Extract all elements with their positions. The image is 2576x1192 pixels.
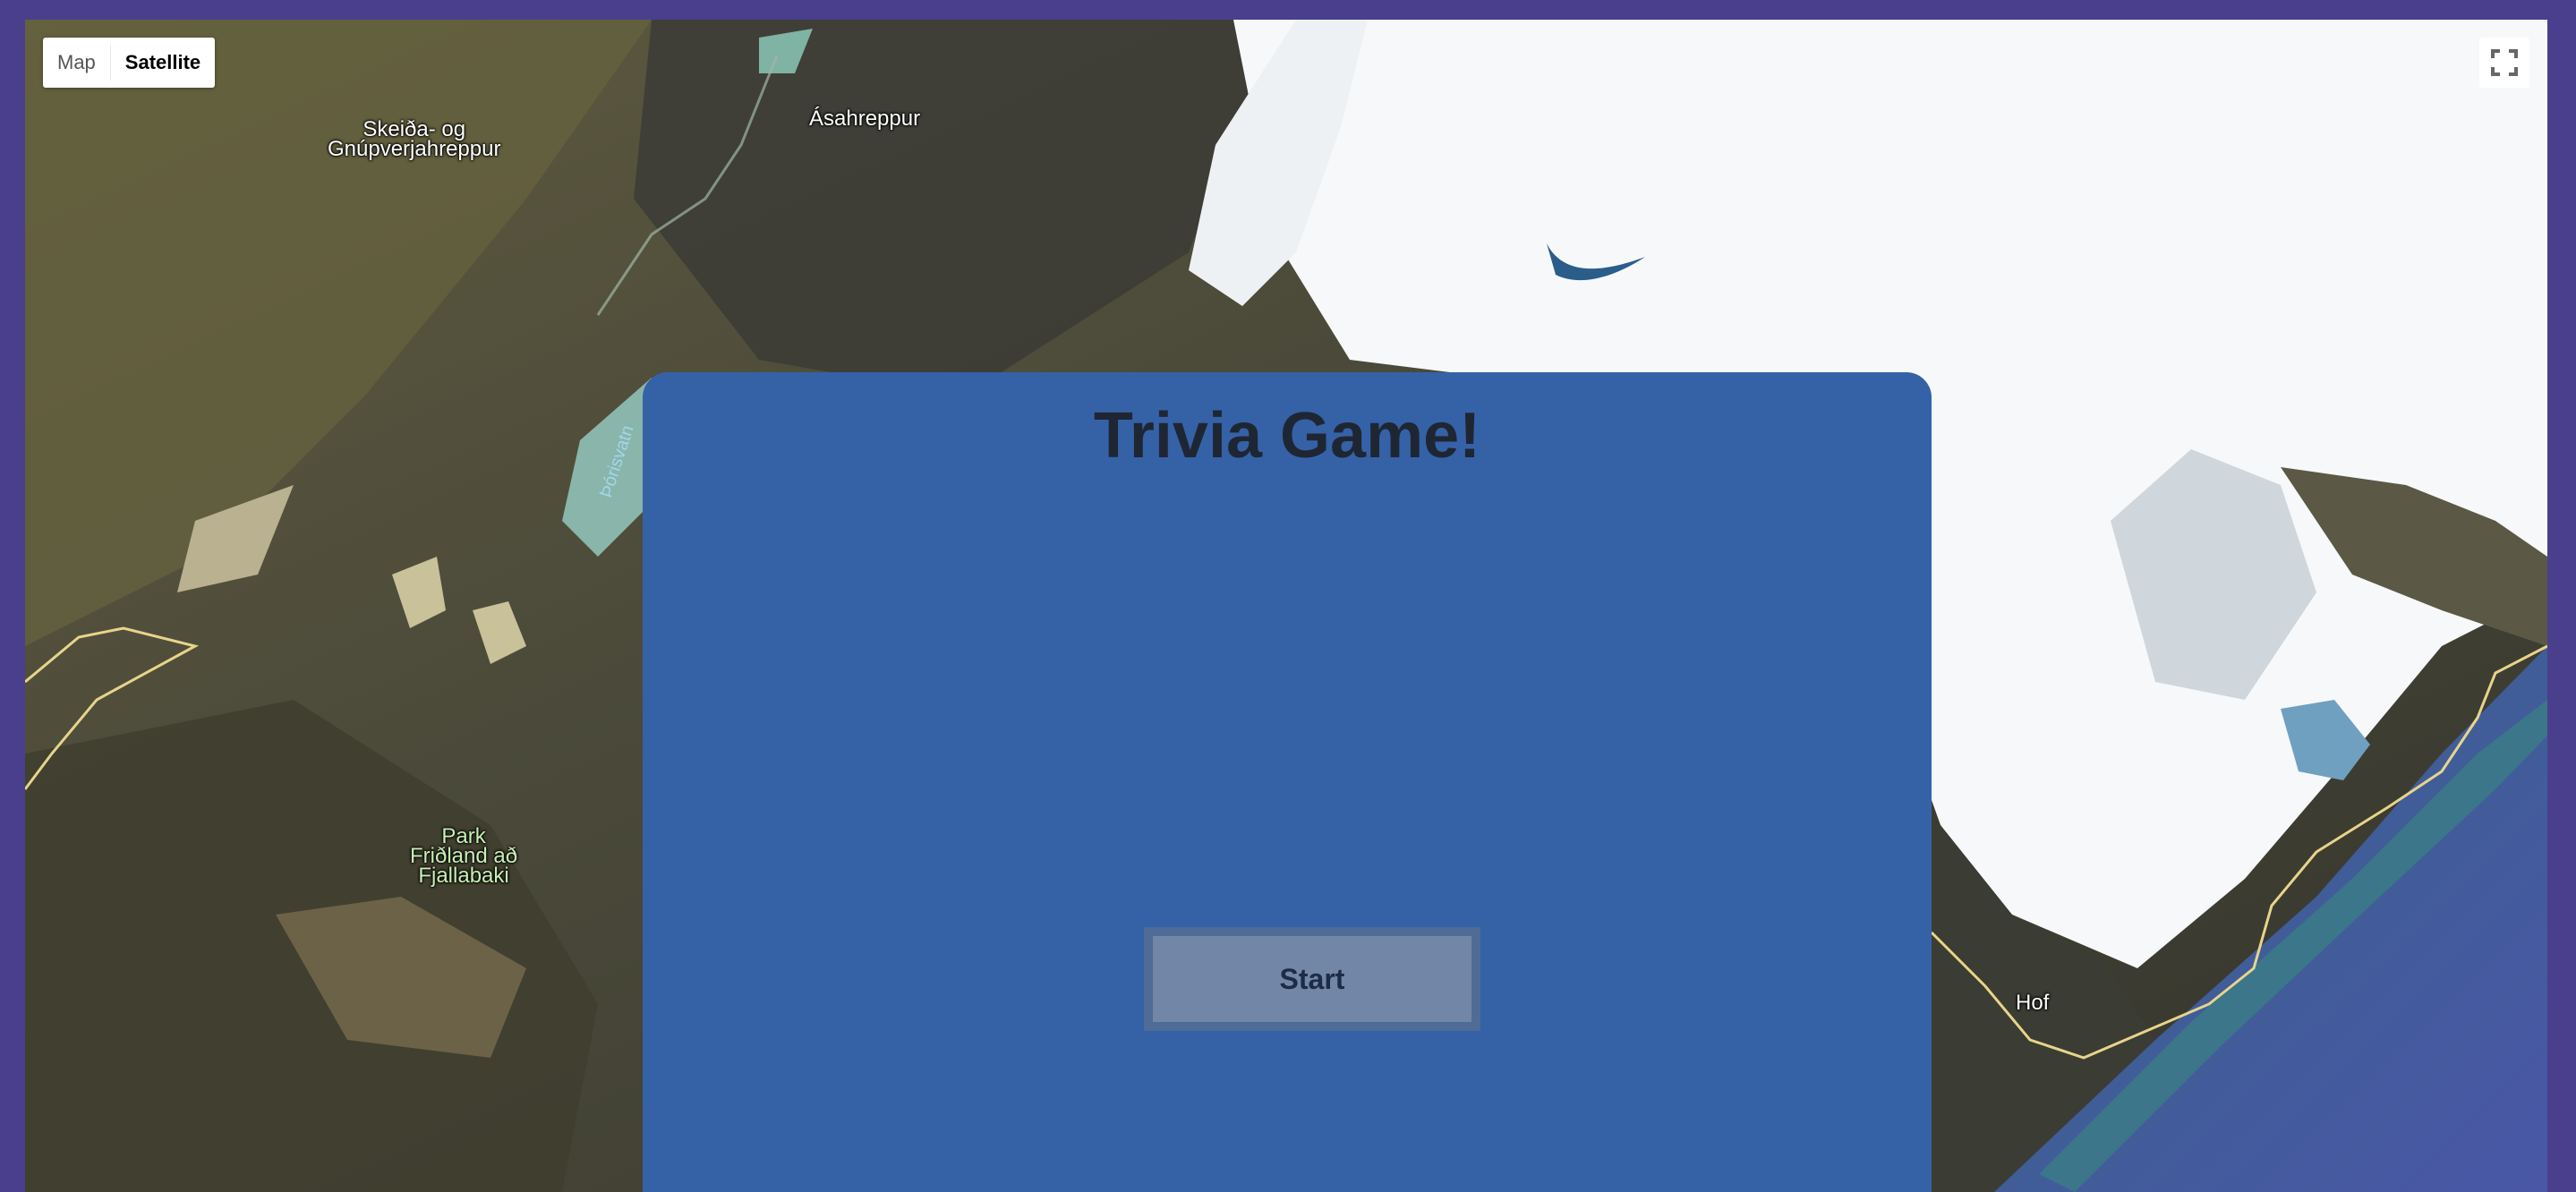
fullscreen-icon	[2491, 49, 2518, 76]
place-label-park-line3: Fjallabaki	[418, 864, 509, 888]
place-label-park: Park Friðland að Fjallabaki	[410, 826, 517, 888]
place-label-skeida-line2: Gnúpverjahreppur	[328, 137, 501, 161]
map-type-control[interactable]: Map Satellite	[43, 38, 216, 88]
trivia-panel: Trivia Game! Start	[643, 372, 1932, 1192]
map-container[interactable]: Map Satellite Skeiða- og Gnúpverjahreppu…	[25, 20, 2547, 1192]
map-type-map-button[interactable]: Map	[43, 38, 110, 88]
start-button[interactable]: Start	[1144, 927, 1480, 1031]
trivia-title: Trivia Game!	[1093, 400, 1481, 472]
fullscreen-button[interactable]	[2479, 38, 2529, 88]
place-label-skeida: Skeiða- og Gnúpverjahreppur	[328, 119, 501, 161]
place-label-hof: Hof	[2016, 991, 2050, 1015]
map-type-satellite-button[interactable]: Satellite	[111, 38, 215, 88]
place-label-asahreppur: Ásahreppur	[809, 106, 921, 131]
